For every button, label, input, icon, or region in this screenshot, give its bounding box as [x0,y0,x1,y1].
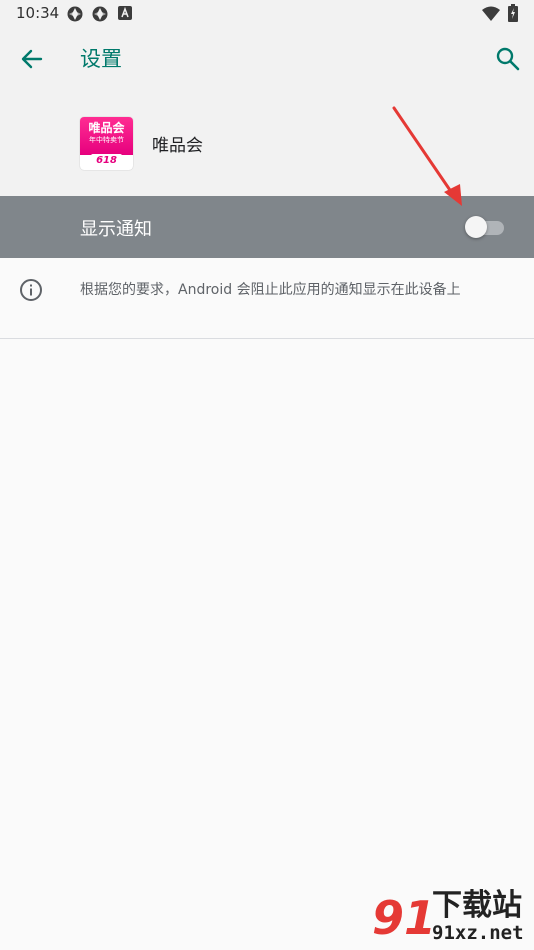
app-icon-number: 618 [91,154,122,167]
app-icon: 唯品会 年中特卖节 618 [80,117,133,170]
app-bar: 设置 [0,27,534,89]
annotation-arrow-icon [392,106,462,206]
status-bar: 10:34 [0,0,534,27]
app-icon-brand: 唯品会 [88,121,125,135]
page-title: 设置 [80,47,122,71]
sync-icon-2 [92,6,108,22]
battery-icon [508,4,518,22]
watermark-logo: 91 [372,891,437,945]
watermark-title: 下载站 [432,888,522,923]
notification-a-icon [118,6,132,20]
show-notifications-label: 显示通知 [80,219,152,240]
wifi-icon [482,6,500,21]
app-icon-subtitle: 年中特卖节 [89,136,124,144]
back-arrow-icon[interactable] [18,45,46,73]
blocked-info-row: 根据您的要求，Android 会阻止此应用的通知显示在此设备上 [0,258,534,339]
sync-icon [67,6,83,22]
watermark-domain: 91xz.net [432,922,524,944]
search-icon[interactable] [494,45,522,73]
watermark: 91 下载站 91xz.net [372,888,532,948]
notifications-toggle-thumb[interactable] [465,216,487,238]
status-time: 10:34 [16,4,60,22]
info-icon [20,279,42,301]
app-icon-banner: 唯品会 年中特卖节 [80,117,133,155]
app-name: 唯品会 [152,136,203,156]
blocked-info-text: 根据您的要求，Android 会阻止此应用的通知显示在此设备上 [80,282,461,298]
